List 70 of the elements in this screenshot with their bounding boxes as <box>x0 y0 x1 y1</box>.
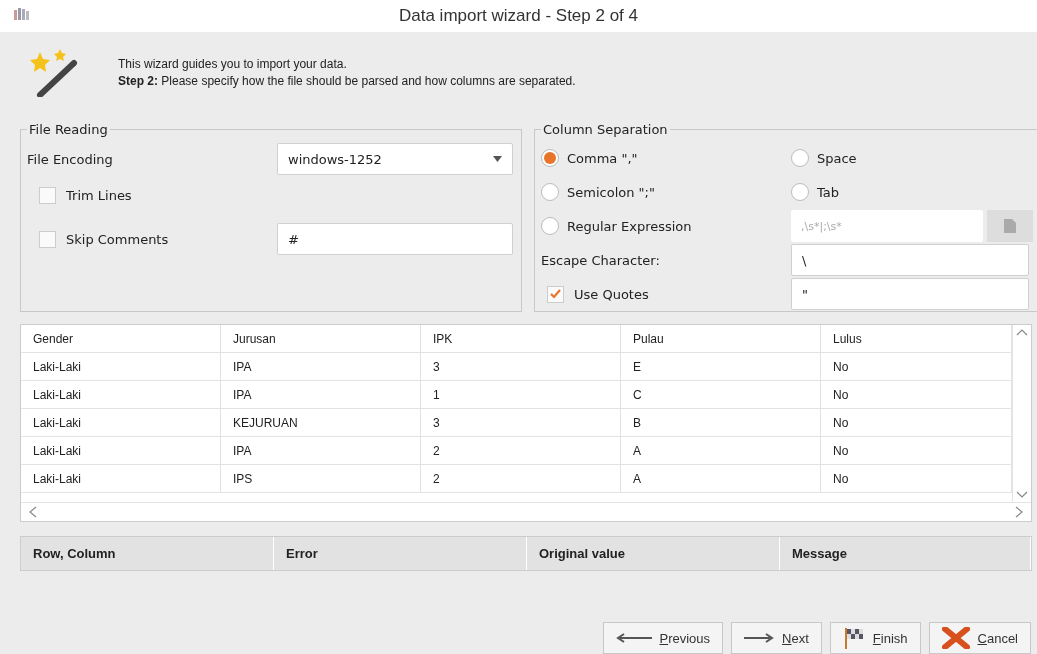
table-cell: 2 <box>421 465 621 493</box>
intro-text: This wizard guides you to import your data. <box>118 56 348 71</box>
column-header[interactable]: Message <box>780 537 1031 570</box>
table-cell: 2 <box>421 437 621 465</box>
table-cell: E <box>621 353 821 381</box>
table-cell: C <box>621 381 821 409</box>
table-cell: B <box>621 409 821 437</box>
dropdown-caret-icon <box>493 156 502 162</box>
table-cell: No <box>821 437 1012 465</box>
table-cell: A <box>621 437 821 465</box>
radio-option[interactable]: Semicolon ";" <box>541 183 791 201</box>
radio-option[interactable]: Comma "," <box>541 149 791 167</box>
column-header[interactable]: Error <box>274 537 527 570</box>
table-cell: IPA <box>221 437 421 465</box>
finish-button[interactable]: Finish <box>829 622 921 654</box>
use-quotes-checkbox[interactable]: Use Quotes <box>541 285 791 303</box>
encoding-dropdown[interactable]: windows-1252 <box>277 143 513 175</box>
table-cell: 1 <box>421 381 621 409</box>
table-cell: A <box>621 465 821 493</box>
window-title: Data import wizard - Step 2 of 4 <box>398 6 638 26</box>
cancel-button[interactable]: Cancel <box>928 622 1031 654</box>
column-header[interactable]: IPK <box>421 325 621 353</box>
step-description: Step 2: Please specify how the file should be parsed and how columns are separated. <box>118 73 576 88</box>
document-icon <box>1004 219 1016 233</box>
checkmark-icon <box>550 289 561 299</box>
table-cell: No <box>821 353 1012 381</box>
cross-icon <box>941 627 970 649</box>
table-cell: No <box>821 381 1012 409</box>
table-cell: 3 <box>421 409 621 437</box>
field-label: File Encoding <box>27 151 114 167</box>
column-header[interactable]: Lulus <box>821 325 1012 353</box>
table-cell: Laki-Laki <box>21 409 221 437</box>
escape-char-field[interactable]: \ <box>791 244 1029 276</box>
column-header[interactable]: Pulau <box>621 325 821 353</box>
table-cell: Laki-Laki <box>21 353 221 381</box>
panel-title: Column Separation <box>542 122 669 137</box>
table-cell: Laki-Laki <box>21 437 221 465</box>
column-header[interactable]: Jurusan <box>221 325 421 353</box>
previous-button[interactable]: Previous <box>602 622 724 654</box>
table-cell: Laki-Laki <box>21 381 221 409</box>
column-header[interactable]: Original value <box>527 537 780 570</box>
table-cell: KEJURUAN <box>221 409 421 437</box>
checkered-flag-icon <box>842 627 865 649</box>
skip-comments-checkbox[interactable]: Skip Comments <box>39 230 277 248</box>
table-cell: IPA <box>221 381 421 409</box>
right-arrow-icon <box>744 633 775 643</box>
radio-option[interactable]: Space <box>791 149 1037 167</box>
column-header[interactable]: Gender <box>21 325 221 353</box>
app-icon <box>14 8 30 20</box>
next-button[interactable]: Next <box>731 622 822 654</box>
table-cell: No <box>821 465 1012 493</box>
table-cell: Laki-Laki <box>21 465 221 493</box>
radio-option[interactable]: Regular Expression <box>541 217 791 235</box>
column-header[interactable]: Row, Column <box>21 537 274 570</box>
trim-lines-checkbox[interactable]: Trim Lines <box>27 177 513 213</box>
radio-option[interactable]: Tab <box>791 183 1037 201</box>
table-cell: IPA <box>221 353 421 381</box>
down-chevron-icon <box>1016 491 1028 498</box>
up-chevron-icon <box>1016 329 1028 336</box>
quote-char-field[interactable]: " <box>791 278 1029 310</box>
file-button[interactable] <box>987 210 1033 242</box>
table-cell: No <box>821 409 1012 437</box>
left-chevron-icon <box>27 506 39 518</box>
table-cell: IPS <box>221 465 421 493</box>
comment-char-field[interactable]: # <box>277 223 513 255</box>
left-arrow-icon <box>615 633 652 643</box>
right-chevron-icon <box>1013 506 1025 518</box>
panel-title: File Reading <box>28 122 109 137</box>
field-label: Escape Character: <box>541 252 661 268</box>
table-cell: 3 <box>421 353 621 381</box>
